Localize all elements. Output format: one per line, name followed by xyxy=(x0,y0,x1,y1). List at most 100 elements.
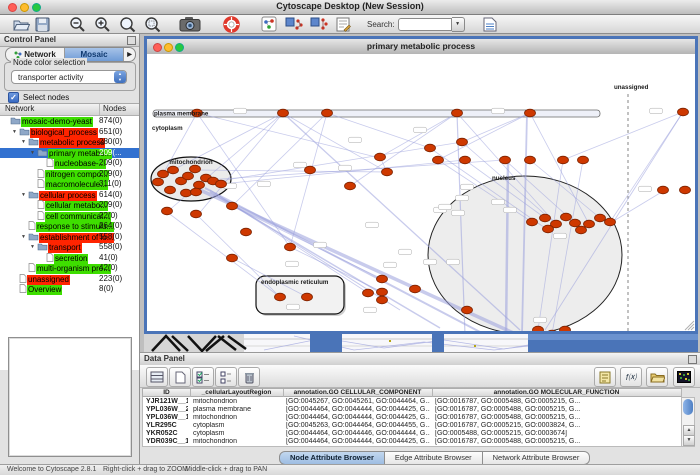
network-node[interactable] xyxy=(605,218,616,226)
network-node[interactable] xyxy=(578,156,589,164)
network-node[interactable] xyxy=(377,296,388,304)
network-edge[interactable] xyxy=(232,113,327,206)
network-node[interactable] xyxy=(181,189,192,197)
attribute-table[interactable]: YJR121W__1mitochondrion[GO:0045267, GO:0… xyxy=(142,397,682,447)
network-node[interactable] xyxy=(168,166,179,174)
search-dropdown-button[interactable]: ▼ xyxy=(452,17,465,32)
expand-twisty-icon[interactable]: ▼ xyxy=(12,127,19,137)
snapshot-icon[interactable] xyxy=(178,16,202,33)
table-row[interactable]: YKR052Ccytoplasm[GO:0044464, GO:0044446,… xyxy=(143,430,681,438)
network-edge[interactable] xyxy=(206,160,505,180)
expand-twisty-icon[interactable]: ▼ xyxy=(30,242,37,252)
tab-network-attribute-browser[interactable]: Network Attribute Browser xyxy=(482,451,591,465)
network-node[interactable] xyxy=(227,254,238,262)
birds-eye-view[interactable] xyxy=(8,337,132,457)
network-node[interactable] xyxy=(452,109,463,117)
float-panel-icon[interactable] xyxy=(127,36,136,45)
network-node[interactable] xyxy=(194,181,205,189)
tree-row[interactable]: nucleobase-...209(0) xyxy=(0,158,139,169)
net-zoom-button[interactable] xyxy=(175,43,184,52)
save-icon[interactable] xyxy=(33,16,52,33)
tab-overflow-arrow[interactable]: ▶ xyxy=(124,48,135,61)
network-overlay-icon[interactable] xyxy=(259,16,278,33)
table-row[interactable]: YPL036W__2plasma membrane[GO:0044464, GO… xyxy=(143,406,681,414)
attribute-table-header[interactable]: ID_cellularLayoutRegionannotation.GO CEL… xyxy=(142,388,682,397)
network-edge[interactable] xyxy=(438,113,530,160)
tree-row[interactable]: macromolecule...311(0) xyxy=(0,179,139,190)
network-node[interactable] xyxy=(227,202,238,210)
import-attributes-folder-icon[interactable] xyxy=(646,367,668,387)
table-vertical-scrollbar[interactable]: ▲ ▼ xyxy=(681,397,695,447)
tree-row[interactable]: multi-organism pro...42(0) xyxy=(0,263,139,274)
network-node[interactable] xyxy=(363,289,374,297)
float-data-panel-icon[interactable] xyxy=(688,355,697,364)
network-edge[interactable] xyxy=(350,113,457,186)
network-node[interactable] xyxy=(322,109,333,117)
background-windows-strip[interactable] xyxy=(144,334,698,352)
network-node[interactable] xyxy=(658,186,669,194)
tree-row[interactable]: ▼cellular process614(0) xyxy=(0,190,139,201)
network-node[interactable] xyxy=(543,225,554,233)
help-ring-icon[interactable] xyxy=(222,16,241,33)
network-node[interactable] xyxy=(191,210,202,218)
matrix-view-icon[interactable] xyxy=(673,367,695,387)
expand-twisty-icon[interactable]: ▼ xyxy=(21,232,28,242)
layout-b-icon[interactable] xyxy=(309,16,328,33)
network-node[interactable] xyxy=(382,168,393,176)
table-column-header[interactable]: annotation.GO CELLULAR_COMPONENT xyxy=(283,389,433,397)
search-input[interactable] xyxy=(398,18,452,31)
tree-row[interactable]: nitrogen compo...209(0) xyxy=(0,169,139,180)
tree-row[interactable]: Overview8(0) xyxy=(0,284,139,295)
network-node[interactable] xyxy=(305,166,316,174)
network-node[interactable] xyxy=(183,172,194,180)
network-node[interactable] xyxy=(533,326,544,331)
network-node[interactable] xyxy=(377,288,388,296)
select-attributes-icon[interactable] xyxy=(192,367,214,387)
table-row[interactable]: YLR295Ccytoplasm[GO:0045263, GO:0044464,… xyxy=(143,422,681,430)
network-node[interactable] xyxy=(680,186,691,194)
network-edge[interactable] xyxy=(563,112,683,160)
unselect-attributes-icon[interactable] xyxy=(215,367,237,387)
network-node[interactable] xyxy=(162,207,173,215)
zoom-out-icon[interactable] xyxy=(68,16,87,33)
expand-twisty-icon[interactable]: ▼ xyxy=(21,137,28,147)
network-node[interactable] xyxy=(527,218,538,226)
network-node[interactable] xyxy=(158,170,169,178)
scrollbar-thumb[interactable] xyxy=(683,399,693,415)
tree-row[interactable]: secretion41(0) xyxy=(0,253,139,264)
layout-a-icon[interactable] xyxy=(284,16,303,33)
network-node[interactable] xyxy=(570,219,581,227)
network-edge[interactable] xyxy=(612,190,665,222)
attribute-grid-icon[interactable] xyxy=(146,367,168,387)
network-node[interactable] xyxy=(595,214,606,222)
table-row[interactable]: YJR121W__1mitochondrion[GO:0045267, GO:0… xyxy=(143,398,681,406)
network-canvas[interactable]: plasma membranecytoplasmmitochondrionnuc… xyxy=(147,54,695,331)
zoom-selected-icon[interactable] xyxy=(143,16,162,33)
network-node[interactable] xyxy=(410,285,421,293)
open-folder-icon[interactable] xyxy=(12,16,31,33)
table-column-header[interactable]: ID xyxy=(143,389,191,397)
network-node[interactable] xyxy=(285,243,296,251)
network-edge[interactable] xyxy=(290,113,327,247)
tree-row[interactable]: ▼metabolic process280(0) xyxy=(0,137,139,148)
network-node[interactable] xyxy=(377,275,388,283)
network-node[interactable] xyxy=(525,156,536,164)
tab-edge-attribute-browser[interactable]: Edge Attribute Browser xyxy=(384,451,483,465)
import-table-icon[interactable] xyxy=(481,16,500,33)
tree-row[interactable]: ▼transport558(0) xyxy=(0,242,139,253)
annotation-form-icon[interactable] xyxy=(334,16,353,33)
network-node[interactable] xyxy=(525,109,536,117)
tree-row[interactable]: response to stimulu...264(0) xyxy=(0,221,139,232)
new-attribute-icon[interactable] xyxy=(169,367,191,387)
zoom-fit-icon[interactable] xyxy=(118,16,137,33)
tree-row[interactable]: mosaic-demo-yeast874(0) xyxy=(0,116,139,127)
network-edge[interactable] xyxy=(221,160,465,184)
table-column-header[interactable]: _cellularLayoutRegion xyxy=(190,389,284,397)
net-minimize-button[interactable] xyxy=(164,43,173,52)
network-node[interactable] xyxy=(678,108,689,116)
network-node[interactable] xyxy=(457,138,468,146)
delete-attribute-trash-icon[interactable] xyxy=(238,367,260,387)
network-node[interactable] xyxy=(302,293,313,301)
expand-twisty-icon[interactable]: ▼ xyxy=(21,190,28,200)
tree-row[interactable]: ▼primary metabo...209(... xyxy=(0,148,139,159)
